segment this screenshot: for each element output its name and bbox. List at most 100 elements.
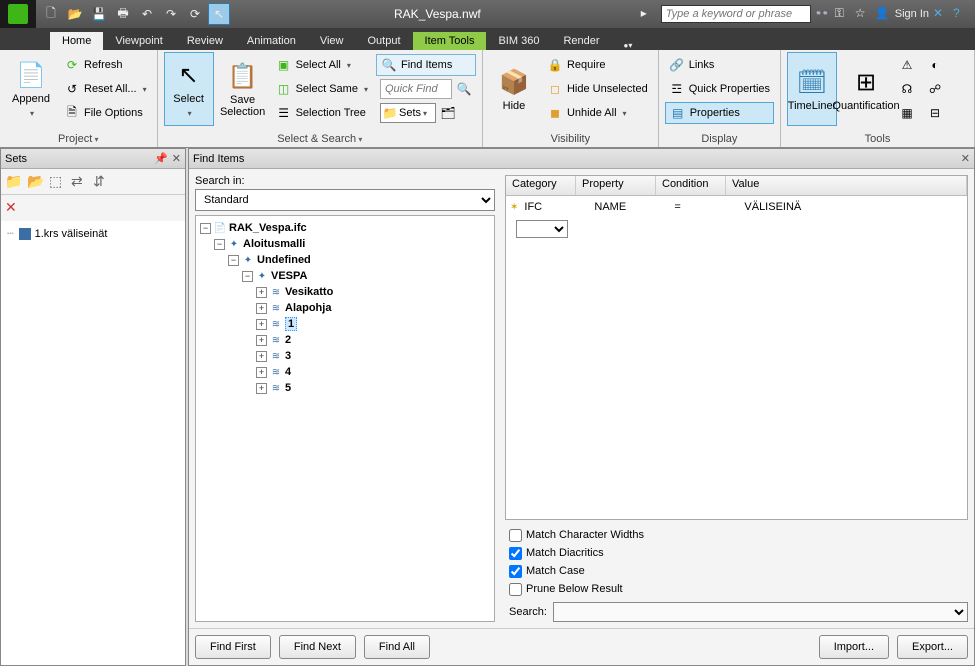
hide-icon: 📦 — [498, 66, 530, 98]
expand-icon[interactable]: + — [256, 335, 267, 346]
sets-tree[interactable]: ┄ 1.krs väliseinät — [1, 221, 185, 665]
tab-view[interactable]: View — [308, 32, 356, 50]
file-options-button[interactable]: 🗎File Options — [60, 102, 151, 124]
sign-in-link[interactable]: Sign In — [895, 8, 929, 20]
tab-viewpoint[interactable]: Viewpoint — [103, 32, 175, 50]
help-icon[interactable]: ? — [953, 6, 969, 22]
properties-button[interactable]: ▤Properties — [665, 102, 774, 124]
close-icon[interactable]: ✕ — [961, 152, 970, 165]
prune-below-check[interactable]: Prune Below Result — [509, 580, 968, 598]
save-icon[interactable]: 💾 — [88, 3, 110, 25]
help-search-input[interactable] — [661, 5, 811, 23]
pin-icon[interactable]: 📌 — [154, 152, 168, 165]
expand-icon[interactable]: + — [256, 351, 267, 362]
new-icon[interactable]: 🗋 — [40, 3, 62, 25]
tool-5[interactable]: ☍ — [923, 78, 947, 100]
binoculars-icon[interactable]: 👓 — [815, 6, 831, 22]
match-diacritics-check[interactable]: Match Diacritics — [509, 544, 968, 562]
export-button[interactable]: Export... — [897, 635, 968, 659]
tab-animation[interactable]: Animation — [235, 32, 308, 50]
find-first-button[interactable]: Find First — [195, 635, 271, 659]
sets-search-icon[interactable]: 📂 — [27, 173, 45, 191]
col-value[interactable]: Value — [726, 176, 967, 195]
hide-unselected-button[interactable]: ◻Hide Unselected — [543, 78, 652, 100]
redo-icon[interactable]: ↷ — [160, 3, 182, 25]
tab-output[interactable]: Output — [356, 32, 413, 50]
quickfind-go-icon[interactable]: 🔍 — [456, 81, 472, 97]
col-category[interactable]: Category — [506, 176, 576, 195]
collapse-icon[interactable]: − — [242, 271, 253, 282]
expand-icon[interactable]: + — [256, 367, 267, 378]
model-tree[interactable]: −📄RAK_Vespa.ifc −✦Aloitusmalli −✦Undefin… — [195, 215, 495, 622]
quantification-button[interactable]: ⊞ Quantification — [841, 52, 891, 126]
select-all-button[interactable]: ▣Select All — [272, 54, 372, 76]
quick-properties-button[interactable]: ☲Quick Properties — [665, 78, 774, 100]
require-button[interactable]: 🔒Require — [543, 54, 652, 76]
close-icon[interactable]: ✕ — [172, 152, 181, 165]
print-icon[interactable]: 🖶 — [112, 3, 134, 25]
selection-tree-button[interactable]: ☰Selection Tree — [272, 102, 372, 124]
key-icon[interactable]: ⚿ — [835, 6, 851, 22]
tab-render[interactable]: Render — [551, 32, 611, 50]
collapse-icon[interactable]: − — [214, 239, 225, 250]
tool-1[interactable]: ⚠ — [895, 54, 919, 76]
sets-manage-icon[interactable]: 🗂 — [440, 105, 456, 121]
group-project: 📄 Append ⟳Refresh ↺Reset All... 🗎File Op… — [0, 50, 158, 147]
sets-combo[interactable]: 📁Sets — [380, 103, 436, 123]
tab-review[interactable]: Review — [175, 32, 235, 50]
sets-item[interactable]: ┄ 1.krs väliseinät — [7, 227, 179, 240]
search-in-select[interactable]: Standard — [195, 189, 495, 211]
select-button[interactable]: ↖ Select — [164, 52, 214, 126]
tab-home[interactable]: Home — [50, 32, 103, 50]
save-selection-button[interactable]: 📋 Save Selection — [218, 52, 268, 126]
new-condition-row[interactable] — [506, 218, 967, 240]
unhide-all-button[interactable]: ◼Unhide All — [543, 102, 652, 124]
sets-iexp-icon[interactable]: ⇵ — [93, 173, 111, 191]
sets-save-icon[interactable]: ⬚ — [49, 173, 67, 191]
tab-item-tools[interactable]: Item Tools — [413, 32, 487, 50]
expand-icon[interactable]: + — [256, 287, 267, 298]
col-property[interactable]: Property — [576, 176, 656, 195]
tab-overflow-icon[interactable]: ●▾ — [612, 41, 645, 50]
collapse-icon[interactable]: − — [200, 223, 211, 234]
find-next-button[interactable]: Find Next — [279, 635, 356, 659]
group-icon: ✦ — [255, 269, 269, 283]
tab-bim360[interactable]: BIM 360 — [486, 32, 551, 50]
append-button[interactable]: 📄 Append — [6, 52, 56, 126]
col-condition[interactable]: Condition — [656, 176, 726, 195]
links-button[interactable]: 🔗Links — [665, 54, 774, 76]
sets-folder-icon[interactable]: 📁 — [5, 173, 23, 191]
collapse-icon[interactable]: − — [228, 255, 239, 266]
find-items-button[interactable]: 🔍Find Items — [376, 54, 476, 76]
tool-6[interactable]: ⊟ — [923, 102, 947, 124]
expand-icon[interactable]: + — [256, 319, 267, 330]
search-scope-combo[interactable] — [553, 602, 968, 622]
timeliner-button[interactable]: 🗓 TimeLiner — [787, 52, 837, 126]
quick-find-input[interactable] — [380, 79, 452, 99]
hide-button[interactable]: 📦 Hide — [489, 52, 539, 126]
reset-all-button[interactable]: ↺Reset All... — [60, 78, 151, 100]
expand-icon[interactable]: + — [256, 383, 267, 394]
match-case-check[interactable]: Match Case — [509, 562, 968, 580]
exchange-icon[interactable]: ✕ — [933, 6, 949, 22]
tool-4[interactable]: ◐ — [923, 54, 947, 76]
match-widths-check[interactable]: Match Character Widths — [509, 526, 968, 544]
storey-icon: ≋ — [269, 365, 283, 379]
refresh-button[interactable]: ⟳Refresh — [60, 54, 151, 76]
expand-icon[interactable]: + — [256, 303, 267, 314]
sets-update-icon[interactable]: ⇄ — [71, 173, 89, 191]
undo-icon[interactable]: ↶ — [136, 3, 158, 25]
tool-2[interactable]: ☊ — [895, 78, 919, 100]
star-icon[interactable]: ☆ — [855, 6, 871, 22]
find-all-button[interactable]: Find All — [364, 635, 430, 659]
condition-row[interactable]: ✶ IFC NAME = VÄLISEINÄ — [506, 196, 967, 218]
search-arrow-icon[interactable]: ▸ — [641, 6, 657, 22]
category-combo[interactable] — [516, 220, 568, 238]
select-mode-icon[interactable]: ↖ — [208, 3, 230, 25]
select-same-button[interactable]: ◫Select Same — [272, 78, 372, 100]
import-button[interactable]: Import... — [819, 635, 889, 659]
tool-3[interactable]: ▦ — [895, 102, 919, 124]
open-icon[interactable]: 📂 — [64, 3, 86, 25]
refresh-icon[interactable]: ⟳ — [184, 3, 206, 25]
sets-delete-icon[interactable]: ✕ — [5, 199, 23, 217]
